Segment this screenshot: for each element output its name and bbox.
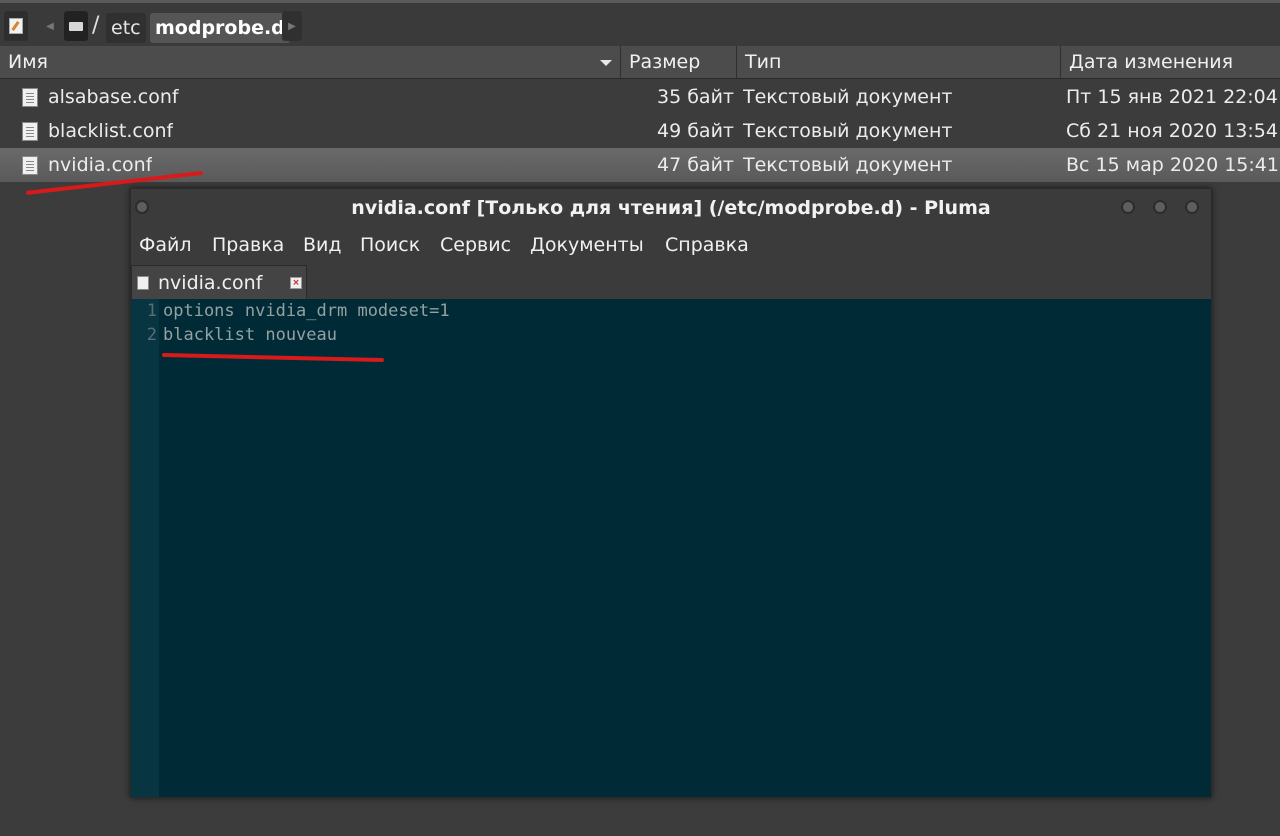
maximize-icon[interactable] — [1153, 200, 1167, 214]
document-tabs: nvidia.conf × — [131, 265, 1211, 299]
column-type[interactable]: Тип — [736, 46, 1060, 78]
text-file-icon — [22, 122, 38, 141]
tab-nvidia-conf[interactable]: nvidia.conf × — [131, 265, 307, 299]
file-type: Текстовый документ — [743, 86, 953, 108]
text-file-icon — [137, 276, 149, 290]
menu-tools[interactable]: Сервис — [440, 227, 511, 263]
pluma-window: nvidia.conf [Только для чтения] (/etc/mo… — [130, 188, 1212, 798]
menu-view[interactable]: Вид — [303, 227, 342, 263]
breadcrumb-modprobe-d[interactable]: modprobe.d — [150, 13, 290, 43]
file-size: 49 байт — [657, 120, 734, 142]
tab-close-icon[interactable]: × — [290, 277, 302, 289]
breadcrumb-etc[interactable]: etc — [106, 13, 146, 43]
file-name: blacklist.conf — [48, 120, 174, 142]
breadcrumb-scroll-right-icon[interactable]: ▶ — [282, 11, 302, 41]
minimize-icon[interactable] — [1121, 200, 1135, 214]
file-manager-toolbar: ◀ / etc modprobe.d ▶ — [0, 0, 1280, 46]
file-date: Сб 21 ноя 2020 13:54:1 — [1066, 120, 1280, 142]
edit-path-icon[interactable] — [4, 11, 28, 41]
file-name: alsabase.conf — [48, 86, 179, 108]
menu-file[interactable]: Файл — [139, 227, 192, 263]
column-name[interactable]: Имя — [0, 46, 620, 78]
window-title: nvidia.conf [Только для чтения] (/etc/mo… — [351, 197, 991, 219]
breadcrumb-separator: / — [92, 13, 100, 38]
code-line: blacklist nouveau — [163, 325, 337, 345]
file-date: Пт 15 янв 2021 22:04:5 — [1066, 86, 1280, 108]
file-date: Вс 15 мар 2020 15:41:3 — [1066, 154, 1280, 176]
menu-documents[interactable]: Документы — [530, 227, 644, 263]
close-icon[interactable] — [1185, 200, 1199, 214]
line-number-gutter: 1 2 — [131, 299, 159, 797]
window-titlebar[interactable]: nvidia.conf [Только для чтения] (/etc/mo… — [131, 189, 1211, 227]
file-type: Текстовый документ — [743, 154, 953, 176]
file-size: 47 байт — [657, 154, 734, 176]
menubar: Файл Правка Вид Поиск Сервис Документы С… — [131, 227, 1211, 263]
breadcrumb-scroll-left-icon[interactable]: ◀ — [40, 11, 60, 41]
menu-search[interactable]: Поиск — [360, 227, 420, 263]
column-size[interactable]: Размер — [620, 46, 736, 78]
file-type: Текстовый документ — [743, 120, 953, 142]
text-file-icon — [22, 156, 38, 175]
menu-edit[interactable]: Правка — [212, 227, 284, 263]
file-row-nvidia[interactable]: nvidia.conf 47 байт Текстовый документ В… — [0, 148, 1280, 182]
menu-help[interactable]: Справка — [665, 227, 749, 263]
drive-icon — [69, 21, 83, 31]
line-number: 1 — [146, 301, 157, 321]
file-row-alsabase[interactable]: alsabase.conf 35 байт Текстовый документ… — [0, 80, 1280, 114]
file-size: 35 байт — [657, 86, 734, 108]
sort-descending-icon — [600, 60, 612, 66]
text-editor[interactable]: 1 2 options nvidia_drm modeset=1 blackli… — [131, 299, 1211, 797]
file-name: nvidia.conf — [48, 154, 153, 176]
file-list-header: Имя Размер Тип Дата изменения — [0, 46, 1280, 79]
filesystem-root-button[interactable] — [64, 11, 88, 41]
text-file-icon — [22, 88, 38, 107]
tab-label: nvidia.conf — [158, 272, 263, 294]
code-line: options nvidia_drm modeset=1 — [163, 301, 450, 321]
file-row-blacklist[interactable]: blacklist.conf 49 байт Текстовый докумен… — [0, 114, 1280, 148]
column-date[interactable]: Дата изменения — [1060, 46, 1280, 78]
line-number: 2 — [146, 325, 157, 345]
